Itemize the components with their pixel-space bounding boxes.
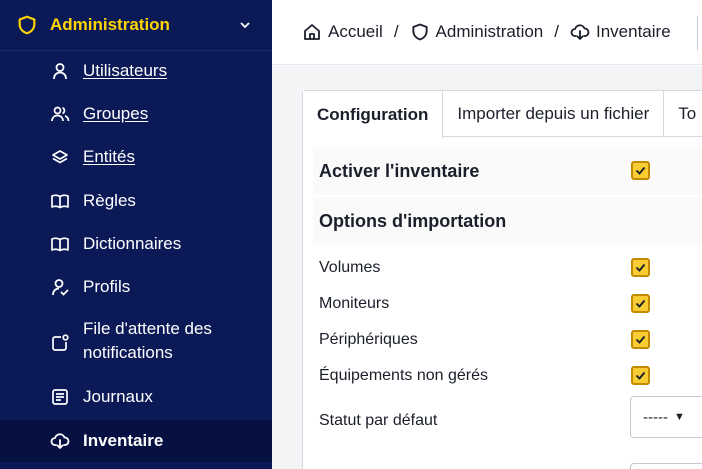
default-status-select[interactable]: ----- ▼ bbox=[630, 396, 702, 438]
shield-icon bbox=[411, 23, 428, 41]
topbar-divider bbox=[697, 16, 698, 50]
home-icon bbox=[304, 24, 320, 40]
sidebar-item-label-line2: notifications bbox=[83, 343, 173, 362]
users-icon bbox=[51, 106, 70, 122]
check-icon bbox=[635, 299, 646, 308]
sidebar-item-label: Entités bbox=[83, 147, 135, 166]
check-icon bbox=[635, 371, 646, 380]
sidebar-section-label: Administration bbox=[50, 15, 170, 34]
tab-bar: Configuration Importer depuis un fichier… bbox=[303, 91, 702, 138]
sidebar-item-entites[interactable]: Entités bbox=[0, 143, 272, 171]
sidebar-item-label: Règles bbox=[83, 191, 136, 210]
user-check-icon bbox=[52, 279, 69, 296]
sidebar-item-label: File d'attente des notifications bbox=[83, 317, 212, 365]
breadcrumb-separator: / bbox=[554, 22, 559, 41]
tab-configuration[interactable]: Configuration bbox=[303, 91, 444, 138]
sidebar-item-label-line1: File d'attente des bbox=[83, 319, 212, 338]
sidebar-item-label: Groupes bbox=[83, 104, 149, 123]
sidebar-item-label: Utilisateurs bbox=[83, 61, 168, 80]
enable-inventory-row: Activer l'inventaire bbox=[313, 147, 702, 195]
option-volumes-row: Volumes bbox=[313, 252, 702, 284]
sidebar: Administration Utilisateurs Groupes Enti… bbox=[0, 0, 272, 469]
import-options-title: Options d'importation bbox=[319, 210, 507, 231]
option-unmanaged-row: Équipements non gérés bbox=[313, 360, 702, 392]
book-icon bbox=[51, 237, 69, 252]
breadcrumb-inventaire[interactable]: Inventaire bbox=[570, 22, 671, 42]
breadcrumb-home-label: Accueil bbox=[328, 22, 383, 41]
default-status-label: Statut par défaut bbox=[319, 412, 438, 429]
next-select[interactable] bbox=[630, 463, 702, 469]
check-icon bbox=[635, 335, 646, 344]
news-icon bbox=[52, 389, 68, 405]
sidebar-item-dictionnaires[interactable]: Dictionnaires bbox=[0, 230, 272, 258]
option-unmanaged-checkbox[interactable] bbox=[631, 366, 650, 385]
option-moniteurs-row: Moniteurs bbox=[313, 288, 702, 320]
sidebar-section-administration[interactable]: Administration bbox=[0, 0, 272, 51]
breadcrumb-inventaire-label: Inventaire bbox=[596, 22, 671, 41]
caret-down-icon: ▼ bbox=[673, 411, 685, 423]
breadcrumb-administration-label: Administration bbox=[435, 22, 544, 41]
check-icon bbox=[635, 166, 646, 175]
chevron-down-icon[interactable] bbox=[238, 18, 252, 32]
sidebar-item-inventaire[interactable]: Inventaire bbox=[0, 420, 272, 462]
enable-inventory-label: Activer l'inventaire bbox=[319, 160, 480, 181]
breadcrumb-administration[interactable]: Administration bbox=[410, 22, 544, 42]
sidebar-item-label: Inventaire bbox=[83, 431, 164, 450]
layers-icon bbox=[52, 150, 68, 164]
breadcrumb-separator: / bbox=[393, 22, 399, 41]
sidebar-item-profils[interactable]: Profils bbox=[0, 273, 272, 301]
check-icon bbox=[635, 263, 646, 272]
sidebar-item-notifications[interactable]: File d'attente des notifications bbox=[0, 317, 272, 369]
option-peripheriques-label: Périphériques bbox=[319, 331, 418, 348]
import-options-heading: Options d'importation bbox=[313, 197, 702, 245]
breadcrumb-home[interactable]: Accueil bbox=[302, 22, 383, 42]
sidebar-item-label: Journaux bbox=[83, 387, 153, 406]
default-status-value: ----- bbox=[643, 408, 668, 426]
breadcrumb: Accueil / Administration / Inventaire bbox=[272, 0, 702, 65]
sidebar-item-journaux[interactable]: Journaux bbox=[0, 383, 272, 411]
option-peripheriques-checkbox[interactable] bbox=[631, 330, 650, 349]
option-volumes-label: Volumes bbox=[319, 259, 381, 276]
sidebar-item-groupes[interactable]: Groupes bbox=[0, 100, 272, 128]
tab-more[interactable]: To bbox=[664, 91, 702, 137]
shield-icon bbox=[18, 15, 36, 35]
user-icon bbox=[53, 63, 67, 80]
book-icon bbox=[51, 194, 69, 209]
tab-import-file[interactable]: Importer depuis un fichier bbox=[443, 91, 665, 137]
option-moniteurs-label: Moniteurs bbox=[319, 295, 390, 312]
sidebar-item-label: Dictionnaires bbox=[83, 234, 182, 253]
sidebar-item-utilisateurs[interactable]: Utilisateurs bbox=[0, 57, 272, 85]
option-peripheriques-row: Périphériques bbox=[313, 324, 702, 356]
notification-icon bbox=[52, 334, 69, 351]
option-unmanaged-label: Équipements non gérés bbox=[319, 367, 488, 384]
cloud-download-icon bbox=[570, 24, 590, 40]
sidebar-item-label: Profils bbox=[83, 277, 131, 296]
sidebar-item-regles[interactable]: Règles bbox=[0, 187, 272, 215]
cloud-download-icon bbox=[50, 433, 70, 449]
option-moniteurs-checkbox[interactable] bbox=[631, 294, 650, 313]
enable-inventory-checkbox[interactable] bbox=[631, 161, 650, 180]
main-content: Configuration Importer depuis un fichier… bbox=[272, 66, 702, 469]
option-volumes-checkbox[interactable] bbox=[631, 258, 650, 277]
